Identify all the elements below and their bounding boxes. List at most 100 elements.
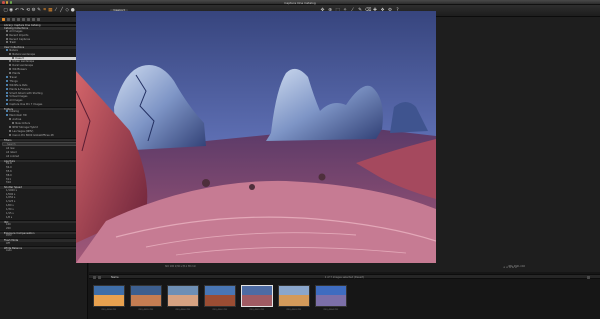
keystone-icon[interactable]: ◇ bbox=[65, 8, 70, 13]
list-item-label: Virtual Images bbox=[9, 95, 28, 99]
list-item-label: f/16 bbox=[6, 181, 11, 185]
settings-icon[interactable]: ⚙ bbox=[31, 8, 36, 13]
folders-list: Catalog Macintosh HD Andrea New Orders NEW S… bbox=[0, 110, 87, 137]
list-item-label: Plants bbox=[12, 72, 20, 76]
list-item[interactable]: f/161 bbox=[0, 181, 87, 185]
list-item-label: Travel bbox=[9, 75, 17, 79]
thumbnail-label: IMG_4563.CR2 bbox=[286, 309, 302, 311]
grid-icon[interactable]: ▦ bbox=[48, 8, 53, 13]
list-item-label: Wildflowers bbox=[12, 68, 27, 72]
list-item-label: Off bbox=[6, 241, 10, 245]
thumbnail-label: IMG_4560.CR2 bbox=[175, 309, 191, 311]
list-item-label: Recent Imports bbox=[9, 33, 29, 37]
filmstrip-thumbnail[interactable] bbox=[167, 285, 199, 307]
list-item-label: 1/8 s bbox=[6, 215, 13, 219]
list-item-label: Nature bbox=[9, 48, 18, 52]
filter-search-input[interactable]: Search bbox=[2, 141, 85, 147]
filmstrip-thumbnail[interactable] bbox=[241, 285, 273, 307]
list-item[interactable]: 1/8 s1 bbox=[0, 216, 87, 220]
list-item-label: Urban Landscape bbox=[12, 60, 35, 64]
thumbnail-label: IMG_4564.CR2 bbox=[323, 309, 339, 311]
filmstrip-thumbnail[interactable] bbox=[93, 285, 125, 307]
undo-icon[interactable]: ↶ bbox=[14, 8, 19, 13]
main-photo[interactable] bbox=[76, 11, 436, 263]
thumbnail-label: IMG_4558.CR2 bbox=[101, 309, 117, 311]
output-tab-icon[interactable] bbox=[37, 18, 40, 21]
exposure-tab-icon[interactable] bbox=[22, 18, 25, 21]
list-item-label: Smart Album with Starting bbox=[9, 91, 43, 95]
list-item-label: 0 EV bbox=[6, 234, 12, 238]
list-item-label: Things bbox=[9, 79, 18, 83]
color-tab-icon[interactable] bbox=[17, 18, 20, 21]
user-collections-list: Nature Nature Landscape Desert Urban Landsc… bbox=[0, 48, 87, 107]
list-item-label: f/4.0 bbox=[6, 165, 12, 169]
filmstrip-thumbnail[interactable] bbox=[130, 285, 162, 307]
eyedropper-icon[interactable]: ⁄ bbox=[53, 8, 58, 13]
details-tab-icon[interactable] bbox=[27, 18, 30, 21]
capture-tab-icon[interactable] bbox=[7, 18, 10, 21]
list-item-label: Capture One Pro 7 Images bbox=[9, 103, 43, 107]
brush-icon[interactable]: ✎ bbox=[37, 8, 42, 13]
list-item-label: Macintosh HD bbox=[9, 114, 27, 118]
list-item[interactable]: 2001 bbox=[0, 227, 87, 231]
filters-list: All raw1All rated1All colored1Aperturef/… bbox=[0, 147, 87, 253]
list-item-label: f/2.8 bbox=[6, 161, 12, 165]
lens-tab-icon[interactable] bbox=[12, 18, 15, 21]
list-item-label: f/11 bbox=[6, 177, 11, 181]
list-item-label: 1/500 s bbox=[6, 192, 16, 196]
list-item[interactable]: Capture One Pro 7 Images bbox=[0, 103, 87, 107]
list-item-label: Nature Landscape bbox=[12, 52, 36, 56]
list-item-label: Recent Captures bbox=[9, 37, 31, 41]
filmstrip-thumbnail[interactable] bbox=[278, 285, 310, 307]
list-item-label: Catalog bbox=[9, 110, 19, 114]
list-item-label: Desert bbox=[15, 56, 24, 60]
list-item-label: 1/1000 s bbox=[6, 188, 17, 192]
photo-exif: ISO 100 1/30 s f/11 38 mm bbox=[165, 265, 196, 268]
import-icon[interactable]: ▢ bbox=[3, 8, 8, 13]
rating-stars[interactable]: ★★★★★ bbox=[503, 266, 518, 269]
list-item-label: 1/125 s bbox=[6, 200, 16, 204]
list-item[interactable]: Auto1 bbox=[0, 249, 87, 253]
list-item-label: All Images bbox=[9, 29, 23, 33]
list-item-label: Rural Landscape bbox=[12, 64, 34, 68]
list-item-label: Wildlife & Pets bbox=[9, 83, 28, 87]
thumbnail-label: IMG_4561.CR2 bbox=[249, 309, 265, 311]
filters-header[interactable]: Filters bbox=[0, 137, 87, 142]
catalog-collections-list: All Images860Recent ImportsRecent Captur… bbox=[0, 29, 87, 46]
list-item[interactable]: All colored1 bbox=[0, 155, 87, 159]
list-item-label: 1/250 s bbox=[6, 196, 16, 200]
list-item-label: Trash bbox=[9, 41, 16, 45]
list-item-label: Andrea bbox=[12, 118, 22, 122]
list-item-label: 200 bbox=[6, 227, 11, 231]
thumbnail-label: IMG_4559.CR2 bbox=[138, 309, 154, 311]
list-item-label: New Orders bbox=[15, 122, 31, 126]
crop-icon[interactable]: ⌗ bbox=[42, 8, 47, 13]
list-item-label: All Images bbox=[9, 99, 23, 103]
desert-landscape-image bbox=[76, 11, 436, 263]
list-item-label: 1/15 s bbox=[6, 212, 14, 216]
filmstrip-thumbnail[interactable] bbox=[315, 285, 347, 307]
library-sidebar: Library: Capture One Catalog Catalog Col… bbox=[0, 17, 88, 319]
list-item-label: 100 bbox=[6, 223, 11, 227]
list-item[interactable]: Off1 bbox=[0, 242, 87, 246]
list-item-label: f/5.6 bbox=[6, 169, 12, 173]
list-item-label: f/8.0 bbox=[6, 173, 12, 177]
list-item[interactable]: 0 EV1 bbox=[0, 234, 87, 238]
list-item[interactable]: Canon Pro 8000 GlobalOffices 48 bbox=[0, 133, 87, 138]
straighten-icon[interactable]: ╱ bbox=[59, 8, 64, 13]
camera-icon[interactable]: ◉ bbox=[9, 8, 14, 13]
redo-icon[interactable]: ↷ bbox=[20, 8, 25, 13]
list-item-label: Plants & Flowers bbox=[9, 87, 31, 91]
filmstrip-thumbnail[interactable] bbox=[204, 285, 236, 307]
list-item[interactable]: Trash bbox=[0, 41, 87, 45]
list-item-label: Las Vegas (NMV) bbox=[12, 129, 34, 133]
list-item-label: 1/60 s bbox=[6, 204, 14, 208]
list-item-label: Auto bbox=[6, 248, 12, 252]
mask-icon[interactable]: ● bbox=[70, 8, 75, 13]
photo-meta: ISO 100 1/30 s f/11 38 mm IMG_4561.CR2 bbox=[165, 265, 525, 268]
metadata-tab-icon[interactable] bbox=[32, 18, 35, 21]
list-item-label: NEW Storage Hybrid bbox=[12, 126, 38, 130]
library-tab-icon[interactable] bbox=[2, 18, 5, 21]
rotate-icon[interactable]: ⟲ bbox=[25, 8, 30, 13]
list-item-label: All raw bbox=[6, 146, 15, 150]
